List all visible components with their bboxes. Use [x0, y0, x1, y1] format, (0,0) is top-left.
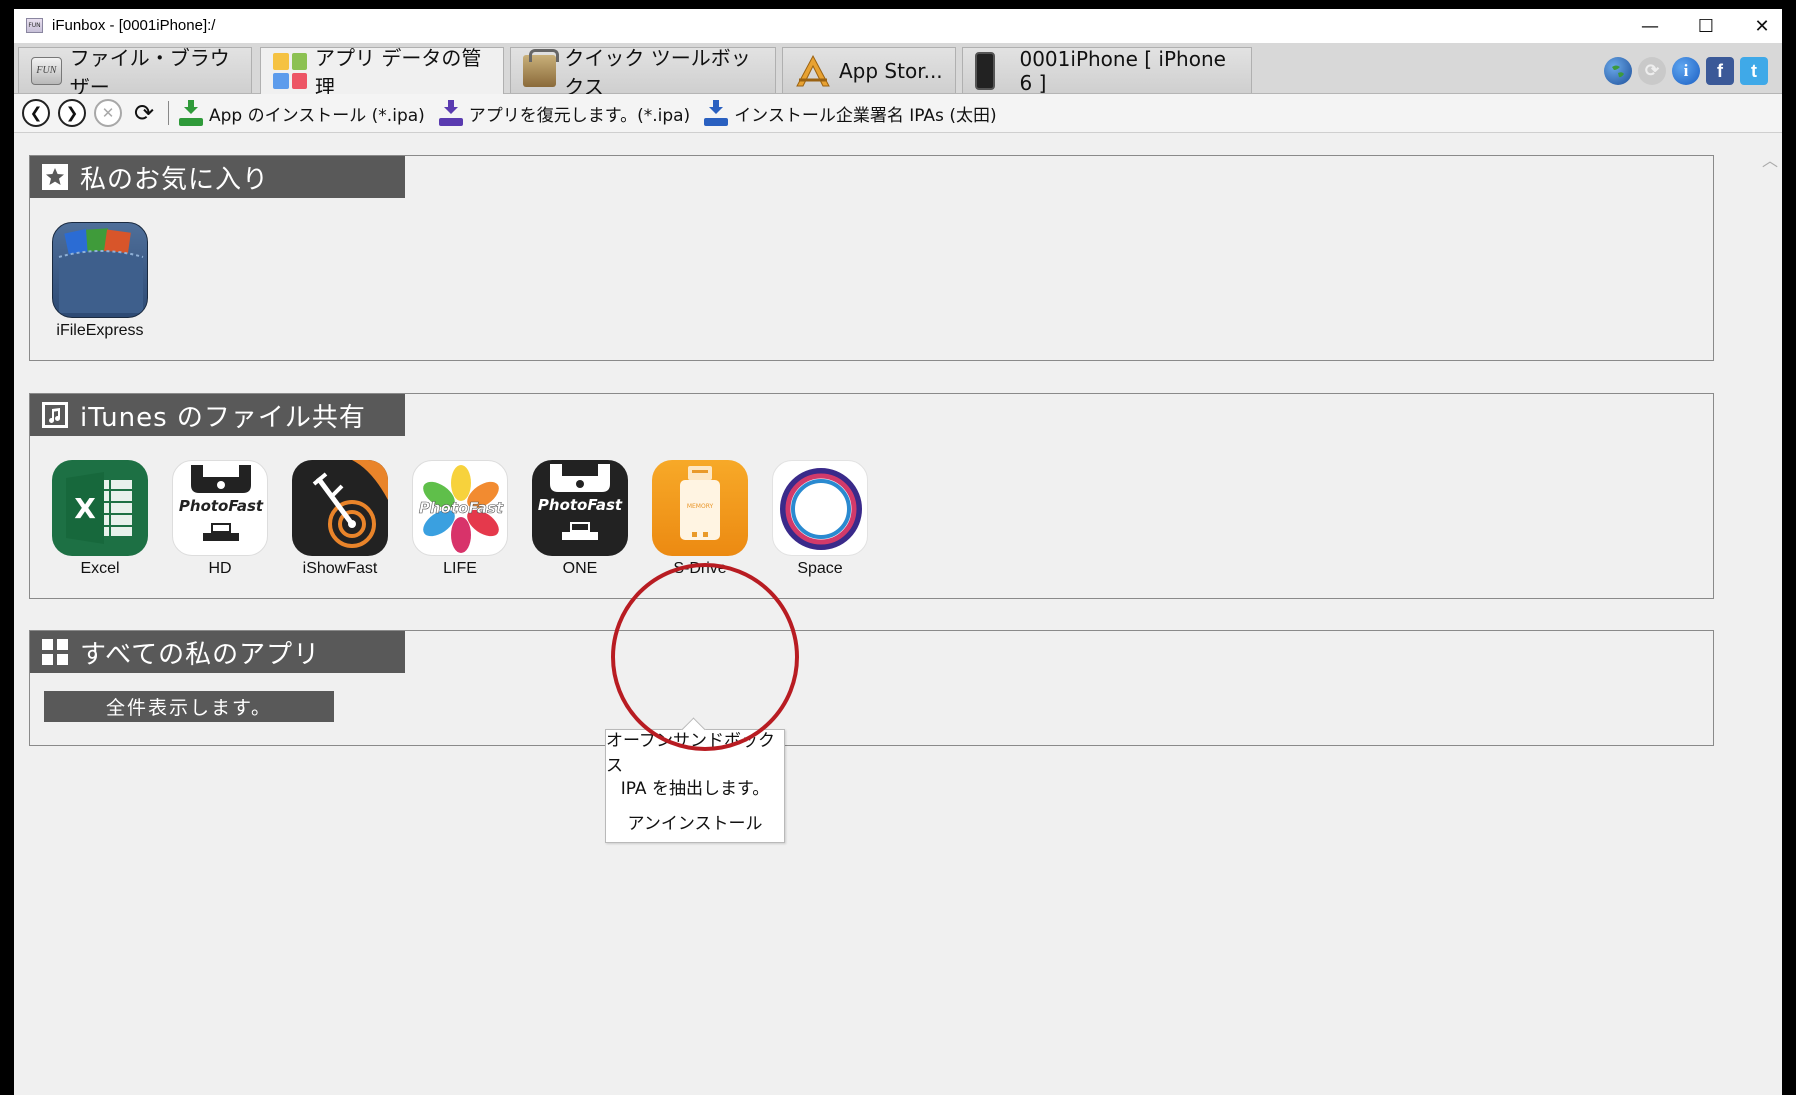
- memory-chip-text: MEMORY: [687, 503, 714, 510]
- globe-icon[interactable]: [1604, 57, 1632, 85]
- download-blue-icon: [704, 100, 729, 126]
- tab-label: 0001iPhone [ iPhone 6 ]: [1019, 46, 1226, 95]
- refresh-icon[interactable]: ⟳: [1638, 57, 1666, 85]
- fun-drive-icon: FUN: [31, 56, 62, 85]
- photofast-one-icon: PhotoFast: [532, 460, 628, 556]
- close-button[interactable]: ✕: [1734, 9, 1782, 43]
- tab-device-iphone[interactable]: 0001iPhone [ iPhone 6 ]: [962, 46, 1252, 95]
- itunes-sharing-header: iTunes のファイル共有: [30, 394, 405, 436]
- app-photofast-life[interactable]: PhotoFast LIFE: [412, 460, 508, 578]
- back-button[interactable]: ❮: [22, 99, 50, 127]
- toolbar: ❮ ❯ ✕ ⟳ App のインストール (*.ipa) アプリを復元します。(*…: [14, 94, 1782, 133]
- show-all-button[interactable]: 全件表示します。: [44, 691, 334, 722]
- toolbox-icon: [523, 48, 560, 87]
- svg-text:PhotoFast: PhotoFast: [538, 496, 623, 514]
- tab-label: アプリ データの管理: [315, 46, 482, 99]
- app-name: ONE: [562, 560, 598, 577]
- ifileexpress-icon: [52, 222, 148, 318]
- favorites-header: 私のお気に入り: [30, 156, 405, 198]
- install-app-label: App のインストール (*.ipa): [209, 105, 425, 126]
- app-name: iShowFast: [302, 560, 378, 577]
- toolbar-separator: [168, 101, 169, 125]
- excel-icon: X: [52, 460, 148, 556]
- svg-text:X: X: [74, 492, 96, 525]
- all-apps-title: すべての私のアプリ: [80, 639, 321, 670]
- window-title: iFunbox - [0001iPhone]:/: [52, 17, 216, 34]
- tab-quick-toolbox[interactable]: クイック ツールボックス: [510, 46, 776, 99]
- title-bar: FUN iFunbox - [0001iPhone]:/ — ☐ ✕: [14, 9, 1782, 43]
- info-icon[interactable]: i: [1672, 57, 1700, 85]
- tab-label: ファイル・ブラウザー: [69, 45, 230, 99]
- star-icon: [42, 164, 68, 190]
- tab-label: App Stor...: [839, 58, 943, 83]
- stop-button[interactable]: ✕: [94, 99, 122, 127]
- install-enterprise-button[interactable]: インストール企業署名 IPAs (太田): [704, 100, 997, 126]
- minimize-button[interactable]: —: [1622, 9, 1678, 43]
- twitter-icon[interactable]: t: [1740, 57, 1768, 85]
- app-name: LIFE: [443, 560, 477, 577]
- app-s-drive[interactable]: MEMORY S-Drive: [652, 460, 748, 578]
- iphone-icon: [975, 51, 996, 90]
- s-drive-icon: MEMORY: [652, 460, 748, 556]
- photofast-life-icon: PhotoFast: [412, 460, 508, 556]
- app-grid-icon: [273, 53, 307, 89]
- install-enterprise-label: インストール企業署名 IPAs (太田): [734, 105, 997, 126]
- app-name: Space: [797, 560, 843, 577]
- install-app-button[interactable]: App のインストール (*.ipa): [179, 100, 425, 126]
- app-space[interactable]: Space: [772, 460, 868, 578]
- app-photofast-one[interactable]: PhotoFast ONE: [532, 460, 628, 578]
- download-purple-icon: [438, 100, 463, 126]
- restore-app-label: アプリを復元します。(*.ipa): [468, 105, 691, 126]
- menu-item-extract-ipa[interactable]: IPA を抽出します。: [606, 769, 784, 803]
- app-excel[interactable]: X Excel: [52, 460, 148, 578]
- app-name: HD: [208, 560, 232, 577]
- app-ifileexpress[interactable]: iFileExpress: [52, 222, 148, 340]
- scroll-up-chevron-icon[interactable]: ︿: [1762, 147, 1778, 171]
- app-name: Excel: [80, 560, 120, 577]
- content-area: 私のお気に入り iFileExpress iTunes のファイル共有 X Ex…: [14, 133, 1754, 1095]
- app-window: FUN iFunbox - [0001iPhone]:/ — ☐ ✕ FUN フ…: [14, 9, 1782, 1095]
- refresh-button[interactable]: ⟳: [130, 99, 158, 127]
- grid-icon: [42, 639, 68, 665]
- tab-app-data-management[interactable]: アプリ データの管理: [260, 46, 504, 99]
- space-icon: [772, 460, 868, 556]
- menu-item-uninstall[interactable]: アンインストール: [606, 804, 784, 838]
- app-photofast-hd[interactable]: PhotoFast HD: [172, 460, 268, 578]
- all-apps-header: すべての私のアプリ: [30, 631, 405, 673]
- tab-label: クイック ツールボックス: [564, 45, 751, 99]
- header-icon-group: ⟳ i f t: [1604, 57, 1768, 85]
- svg-text:PhotoFast: PhotoFast: [179, 497, 264, 515]
- app-name: iFileExpress: [56, 322, 144, 339]
- ifunbox-app-icon: FUN: [26, 18, 43, 33]
- favorites-section: 私のお気に入り iFileExpress: [29, 155, 1714, 361]
- ishowfast-icon: [292, 460, 388, 556]
- restore-app-button[interactable]: アプリを復元します。(*.ipa): [438, 100, 691, 126]
- vertical-scrollbar[interactable]: ︿: [1754, 133, 1782, 1095]
- forward-button[interactable]: ❯: [58, 99, 86, 127]
- tab-file-browser[interactable]: FUN ファイル・ブラウザー: [18, 46, 252, 99]
- maximize-button[interactable]: ☐: [1678, 9, 1734, 43]
- facebook-icon[interactable]: f: [1706, 57, 1734, 85]
- app-context-menu: オープンサンドボックス IPA を抽出します。 アンインストール: [605, 717, 785, 843]
- download-green-icon: [179, 100, 203, 126]
- svg-text:PhotoFast: PhotoFast: [419, 499, 504, 517]
- tab-app-store[interactable]: App Stor...: [782, 47, 956, 93]
- app-name: S-Drive: [673, 560, 727, 577]
- menu-item-open-sandbox[interactable]: オープンサンドボックス: [606, 731, 784, 776]
- itunes-file-sharing-section: iTunes のファイル共有 X Excel PhotoFast HD iSho…: [29, 393, 1714, 599]
- app-ishowfast[interactable]: iShowFast: [292, 460, 388, 578]
- main-tab-strip: FUN ファイル・ブラウザー アプリ データの管理 クイック ツールボックス A…: [14, 43, 1782, 99]
- app-store-icon: [795, 54, 831, 88]
- favorites-title: 私のお気に入り: [80, 164, 270, 195]
- photofast-hd-icon: PhotoFast: [172, 460, 268, 556]
- itunes-sharing-title: iTunes のファイル共有: [80, 402, 366, 433]
- music-note-icon: [42, 402, 68, 428]
- all-apps-section: すべての私のアプリ 全件表示します。: [29, 630, 1714, 746]
